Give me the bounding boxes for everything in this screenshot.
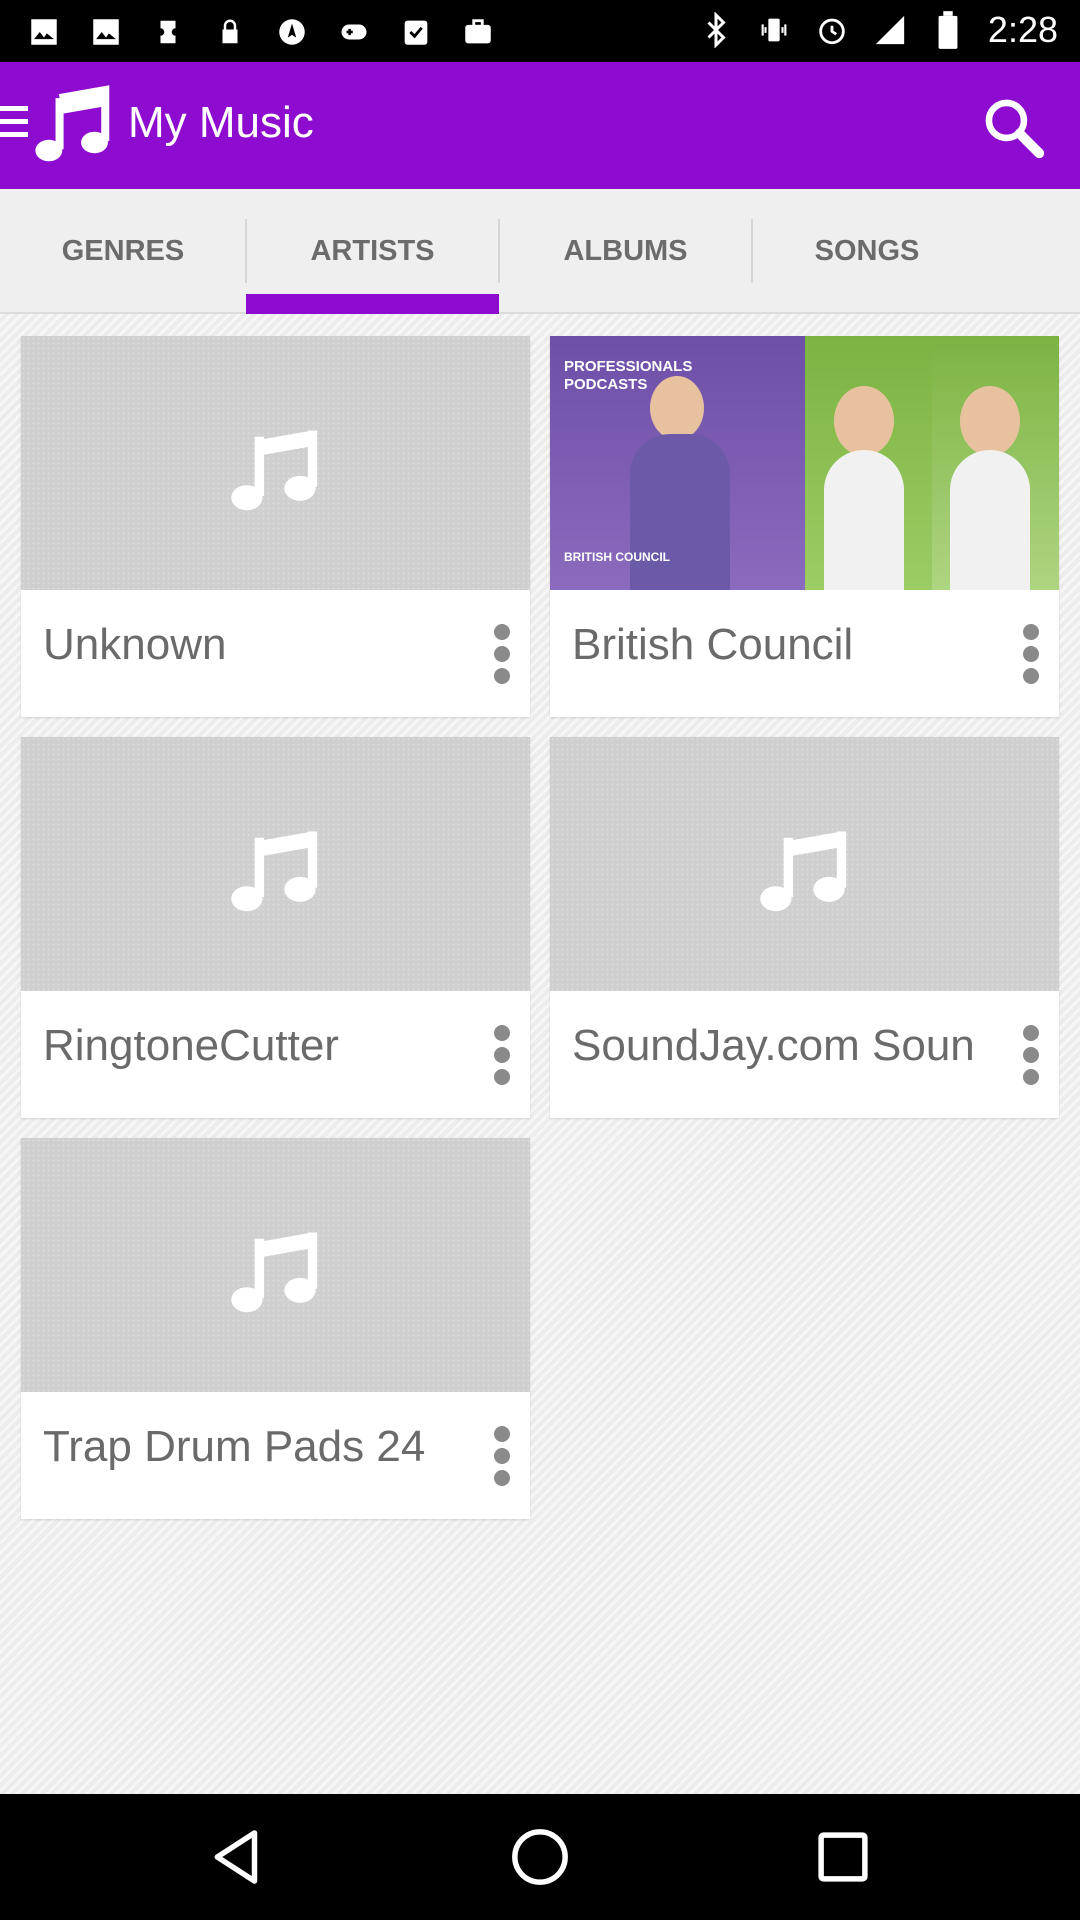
more-options-icon[interactable] [1021,624,1041,684]
ticket-icon [148,12,188,52]
artist-card-trap-drum-pads[interactable]: Trap Drum Pads 24 [21,1138,530,1519]
artist-name: RingtoneCutter [43,1021,339,1070]
more-options-icon[interactable] [492,1426,512,1486]
bluetooth-icon [698,8,734,52]
status-bar: 2:28 [0,0,1080,62]
cover-logo: BRITISH COUNCIL [564,550,670,564]
search-icon[interactable] [978,92,1048,162]
app-bar: My Music [0,62,1080,189]
clipboard-check-icon [396,12,436,52]
system-nav-bar [0,1794,1080,1920]
artist-name: Unknown [43,620,227,669]
briefcase-icon [458,12,498,52]
artist-artwork: PROFESSIONALS PODCASTS BRITISH COUNCIL [550,336,1059,590]
notification-icons [24,12,498,52]
tab-bar: GENRES ARTISTS ALBUMS SONGS [0,189,1080,314]
selected-tab-indicator [246,294,499,314]
alarm-icon [814,8,850,52]
recents-icon[interactable] [808,1822,878,1892]
artist-card-british-council[interactable]: PROFESSIONALS PODCASTS BRITISH COUNCIL B… [550,336,1059,717]
status-time: 2:28 [987,9,1058,50]
music-note-icon[interactable] [30,82,116,168]
music-note-icon [760,831,847,912]
artist-grid: Unknown PROFESSIONALS PODCASTS BRITISH C… [0,314,1080,1794]
artist-card-ringtonecutter[interactable]: RingtoneCutter [21,737,530,1118]
signal-icon [872,8,908,52]
tab-albums[interactable]: ALBUMS [499,189,752,314]
photo-icon [86,12,126,52]
artist-name: British Council [572,620,854,669]
vibrate-icon [756,8,792,52]
battery-icon [930,8,966,52]
tab-genres[interactable]: GENRES [0,189,246,314]
music-note-icon [231,430,318,511]
artist-artwork [21,336,530,590]
lock-icon [210,12,250,52]
app-title: My Music [128,98,314,147]
artist-card-soundjay[interactable]: SoundJay.com Soun [550,737,1059,1118]
artist-artwork [550,737,1059,991]
artist-card-unknown[interactable]: Unknown [21,336,530,717]
more-options-icon[interactable] [492,1025,512,1085]
album-cover: PROFESSIONALS PODCASTS BRITISH COUNCIL [550,336,1059,590]
artist-artwork [21,737,530,991]
music-note-icon [231,1232,318,1313]
gamepad-icon [334,12,374,52]
home-icon[interactable] [505,1822,575,1892]
artist-name: Trap Drum Pads 24 [43,1422,426,1471]
more-options-icon[interactable] [1021,1025,1041,1085]
system-icons: 2:28 [698,8,1058,52]
artist-artwork [21,1138,530,1392]
cover-caption: PROFESSIONALS PODCASTS [564,358,693,393]
artist-name: SoundJay.com Soun [572,1021,975,1070]
menu-icon[interactable] [0,106,28,146]
music-note-icon [231,831,318,912]
more-options-icon[interactable] [492,624,512,684]
tab-songs[interactable]: SONGS [752,189,982,314]
back-icon[interactable] [202,1822,272,1892]
photo-icon [24,12,64,52]
navigation-icon [272,12,312,52]
